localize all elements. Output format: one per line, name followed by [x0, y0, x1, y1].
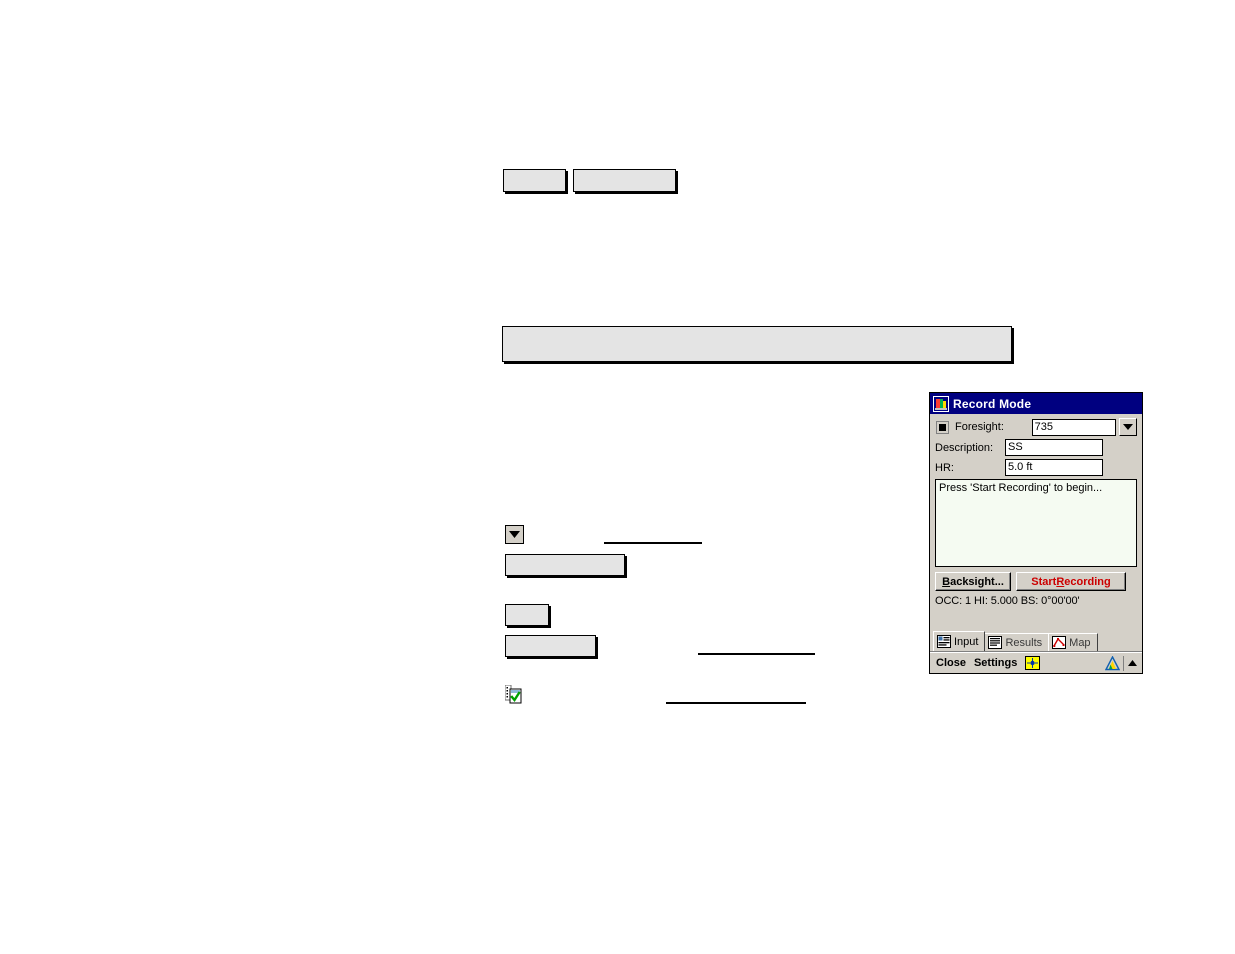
foresight-mode-marker[interactable]: [936, 420, 949, 434]
description-row: Description: SS: [935, 439, 1137, 456]
start-recording-button[interactable]: Start Recording: [1016, 572, 1126, 591]
survey-tray-icon[interactable]: [1104, 654, 1121, 671]
window-title: Record Mode: [953, 396, 1032, 411]
form-icon: [937, 635, 951, 648]
report-icon: [988, 636, 1003, 649]
doc-button-wide-lower: [505, 635, 596, 657]
doc-banner-box: [502, 326, 1012, 362]
foresight-input[interactable]: 735: [1031, 418, 1116, 436]
hr-input[interactable]: 5.0 ft: [1005, 459, 1103, 476]
doc-rule-upper: [604, 542, 702, 544]
tab-map-label: Map: [1069, 636, 1091, 649]
chevron-down-icon: [1123, 421, 1133, 433]
doc-button-small-top: [503, 169, 566, 192]
foresight-dropdown-button[interactable]: [1119, 418, 1137, 436]
doc-dropdown-button[interactable]: [505, 525, 524, 544]
status-message-area[interactable]: Press 'Start Recording' to begin...: [935, 479, 1137, 567]
start-recording-label-1: Start: [1031, 575, 1057, 588]
foresight-row: Foresight: 735: [935, 418, 1137, 436]
tab-results[interactable]: Results: [984, 633, 1050, 651]
description-input[interactable]: SS: [1005, 439, 1103, 456]
record-mode-icon: [933, 395, 949, 412]
window-client-area: Foresight: 735 Description: SS HR: 5.0 f…: [930, 414, 1142, 673]
tab-strip: Input Results Map: [930, 631, 1142, 652]
doc-button-wide-top: [573, 169, 676, 192]
tab-input[interactable]: Input: [933, 631, 986, 651]
record-mode-window: Record Mode Foresight: 735 Description: …: [929, 392, 1143, 674]
start-recording-label-2: ecording: [1064, 575, 1111, 588]
start-recording-accelerator: R: [1056, 575, 1065, 588]
tray-separator: [1123, 655, 1124, 671]
tab-results-label: Results: [1005, 636, 1043, 649]
action-button-row: Backsight... Start Recording: [935, 572, 1137, 591]
map-icon: [1052, 636, 1067, 649]
occupied-point-status: OCC: 1 HI: 5.000 BS: 0°00'00': [935, 595, 1080, 607]
description-label: Description:: [935, 441, 994, 454]
window-titlebar: Record Mode: [930, 393, 1142, 414]
doc-checklist-icon: [504, 684, 522, 704]
settings-button[interactable]: Settings: [970, 657, 1021, 669]
hr-row: HR: 5.0 ft: [935, 459, 1137, 476]
taskbar: Close Settings: [930, 652, 1142, 673]
backsight-label-rest: acksight...: [950, 575, 1004, 588]
tab-input-label: Input: [954, 635, 979, 648]
tab-map[interactable]: Map: [1048, 633, 1098, 651]
doc-button-wide-mid: [505, 554, 625, 576]
backsight-button[interactable]: Backsight...: [935, 572, 1011, 591]
close-button[interactable]: Close: [932, 657, 970, 669]
doc-rule-lower: [666, 702, 806, 704]
hr-label: HR:: [935, 461, 954, 474]
chevron-up-icon[interactable]: [1127, 658, 1138, 669]
backsight-accelerator: B: [942, 575, 951, 588]
doc-button-small-lower: [505, 604, 549, 626]
foresight-label: Foresight:: [955, 421, 1004, 433]
doc-rule-middle: [698, 653, 815, 655]
keyboard-input-icon[interactable]: [1025, 656, 1041, 670]
